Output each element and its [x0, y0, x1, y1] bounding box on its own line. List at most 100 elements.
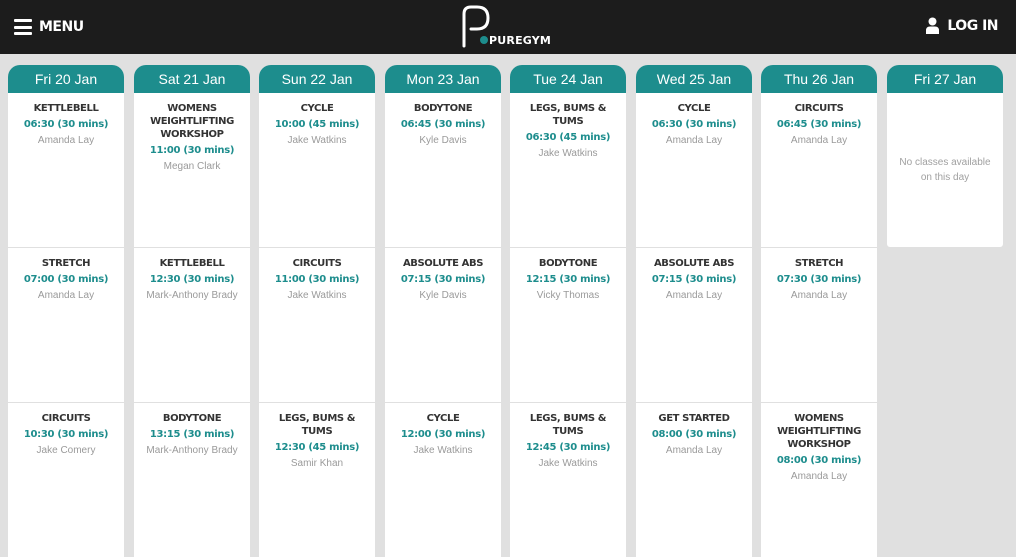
class-card[interactable]: CYCLE 06:30 (30 mins) Amanda Lay — [636, 93, 752, 247]
class-name: LEGS, BUMS & TUMS — [529, 103, 607, 127]
class-instructor: Amanda Lay — [790, 290, 848, 301]
class-card[interactable]: BODYTONE 13:15 (30 mins) Mark-Anthony Br… — [134, 403, 250, 557]
day-column: Wed 25 Jan CYCLE 06:30 (30 mins) Amanda … — [636, 65, 752, 557]
class-card[interactable]: CYCLE 10:00 (45 mins) Jake Watkins — [259, 93, 375, 247]
class-time: 12:30 (45 mins) — [274, 442, 360, 453]
day-header: Tue 24 Jan — [510, 65, 626, 93]
class-name: GET STARTED — [658, 413, 730, 424]
class-time: 10:30 (30 mins) — [23, 429, 109, 440]
class-instructor: Jake Comery — [36, 445, 96, 456]
class-instructor: Amanda Lay — [665, 135, 723, 146]
class-instructor: Samir Khan — [290, 458, 344, 469]
day-header: Wed 25 Jan — [636, 65, 752, 93]
menu-label: MENU — [39, 19, 84, 35]
class-card[interactable]: ABSOLUTE ABS 07:15 (30 mins) Amanda Lay — [636, 248, 752, 402]
class-card[interactable]: WOMENS WEIGHTLIFTING WORKSHOP 08:00 (30 … — [761, 403, 877, 557]
no-classes-message: No classes available on this day — [887, 93, 1003, 247]
class-instructor: Kyle Davis — [419, 290, 467, 301]
class-card[interactable]: CIRCUITS 10:30 (30 mins) Jake Comery — [8, 403, 124, 557]
class-name: ABSOLUTE ABS — [402, 258, 484, 269]
class-card[interactable]: CIRCUITS 06:45 (30 mins) Amanda Lay — [761, 93, 877, 247]
class-instructor: Jake Watkins — [287, 290, 347, 301]
class-instructor: Amanda Lay — [37, 290, 95, 301]
top-nav-bar: MENU PUREGYM LOG IN — [0, 0, 1016, 54]
day-header: Sun 22 Jan — [259, 65, 375, 93]
class-instructor: Megan Clark — [163, 161, 221, 172]
class-card[interactable]: GET STARTED 08:00 (30 mins) Amanda Lay — [636, 403, 752, 557]
class-name: STRETCH — [794, 258, 844, 269]
class-card[interactable]: STRETCH 07:30 (30 mins) Amanda Lay — [761, 248, 877, 402]
login-button[interactable]: LOG IN — [926, 17, 998, 34]
class-name: ABSOLUTE ABS — [653, 258, 735, 269]
day-header: Fri 20 Jan — [8, 65, 124, 93]
class-instructor: Amanda Lay — [790, 471, 848, 482]
menu-button[interactable]: MENU — [14, 17, 84, 37]
class-instructor: Jake Watkins — [538, 458, 598, 469]
class-card[interactable]: KETTLEBELL 06:30 (30 mins) Amanda Lay — [8, 93, 124, 247]
class-time: 11:00 (30 mins) — [274, 274, 360, 285]
class-timetable: Fri 20 Jan KETTLEBELL 06:30 (30 mins) Am… — [8, 65, 1008, 557]
class-time: 12:45 (30 mins) — [525, 442, 611, 453]
day-column: Fri 20 Jan KETTLEBELL 06:30 (30 mins) Am… — [8, 65, 124, 557]
day-column: Sat 21 Jan WOMENS WEIGHTLIFTING WORKSHOP… — [134, 65, 250, 557]
class-time: 12:00 (30 mins) — [400, 429, 486, 440]
class-card[interactable]: WOMENS WEIGHTLIFTING WORKSHOP 11:00 (30 … — [134, 93, 250, 247]
class-name: CIRCUITS — [292, 258, 342, 269]
class-instructor: Jake Watkins — [413, 445, 473, 456]
class-name: CIRCUITS — [41, 413, 91, 424]
class-card[interactable]: KETTLEBELL 12:30 (30 mins) Mark-Anthony … — [134, 248, 250, 402]
class-name: LEGS, BUMS & TUMS — [278, 413, 356, 437]
class-card[interactable]: LEGS, BUMS & TUMS 12:45 (30 mins) Jake W… — [510, 403, 626, 557]
class-name: KETTLEBELL — [33, 103, 99, 114]
class-time: 06:45 (30 mins) — [400, 119, 486, 130]
class-card[interactable]: CYCLE 12:00 (30 mins) Jake Watkins — [385, 403, 501, 557]
class-time: 12:15 (30 mins) — [525, 274, 611, 285]
class-time: 07:00 (30 mins) — [23, 274, 109, 285]
class-card[interactable]: STRETCH 07:00 (30 mins) Amanda Lay — [8, 248, 124, 402]
class-instructor: Mark-Anthony Brady — [146, 445, 238, 456]
class-name: BODYTONE — [538, 258, 598, 269]
day-column: Fri 27 Jan No classes available on this … — [887, 65, 1003, 247]
class-card[interactable]: LEGS, BUMS & TUMS 12:30 (45 mins) Samir … — [259, 403, 375, 557]
class-name: CYCLE — [426, 413, 460, 424]
class-time: 11:00 (30 mins) — [149, 145, 235, 156]
class-name: WOMENS WEIGHTLIFTING WORKSHOP — [150, 103, 234, 140]
day-header: Thu 26 Jan — [761, 65, 877, 93]
class-instructor: Kyle Davis — [419, 135, 467, 146]
class-time: 07:15 (30 mins) — [400, 274, 486, 285]
login-label: LOG IN — [947, 17, 998, 34]
class-instructor: Jake Watkins — [287, 135, 347, 146]
class-card[interactable]: BODYTONE 12:15 (30 mins) Vicky Thomas — [510, 248, 626, 402]
class-time: 10:00 (45 mins) — [274, 119, 360, 130]
class-instructor: Amanda Lay — [665, 445, 723, 456]
day-header: Sat 21 Jan — [134, 65, 250, 93]
class-name: STRETCH — [41, 258, 91, 269]
day-column: Sun 22 Jan CYCLE 10:00 (45 mins) Jake Wa… — [259, 65, 375, 557]
class-time: 13:15 (30 mins) — [149, 429, 235, 440]
class-name: LEGS, BUMS & TUMS — [529, 413, 607, 437]
class-name: CYCLE — [300, 103, 334, 114]
class-time: 06:45 (30 mins) — [776, 119, 862, 130]
class-name: CIRCUITS — [794, 103, 844, 114]
class-card[interactable]: LEGS, BUMS & TUMS 06:30 (45 mins) Jake W… — [510, 93, 626, 247]
user-icon — [926, 17, 940, 34]
day-header: Mon 23 Jan — [385, 65, 501, 93]
class-time: 07:30 (30 mins) — [776, 274, 862, 285]
class-instructor: Amanda Lay — [790, 135, 848, 146]
class-time: 08:00 (30 mins) — [651, 429, 737, 440]
puregym-logo[interactable]: PUREGYM — [460, 4, 560, 50]
class-time: 06:30 (30 mins) — [23, 119, 109, 130]
class-card[interactable]: CIRCUITS 11:00 (30 mins) Jake Watkins — [259, 248, 375, 402]
class-time: 07:15 (30 mins) — [651, 274, 737, 285]
class-instructor: Mark-Anthony Brady — [146, 290, 238, 301]
day-column: Tue 24 Jan LEGS, BUMS & TUMS 06:30 (45 m… — [510, 65, 626, 557]
day-header: Fri 27 Jan — [887, 65, 1003, 93]
class-instructor: Amanda Lay — [665, 290, 723, 301]
class-time: 08:00 (30 mins) — [776, 455, 862, 466]
class-card[interactable]: BODYTONE 06:45 (30 mins) Kyle Davis — [385, 93, 501, 247]
class-time: 06:30 (45 mins) — [525, 132, 611, 143]
class-name: BODYTONE — [413, 103, 473, 114]
hamburger-icon — [14, 19, 32, 35]
class-name: WOMENS WEIGHTLIFTING WORKSHOP — [777, 413, 861, 450]
class-card[interactable]: ABSOLUTE ABS 07:15 (30 mins) Kyle Davis — [385, 248, 501, 402]
